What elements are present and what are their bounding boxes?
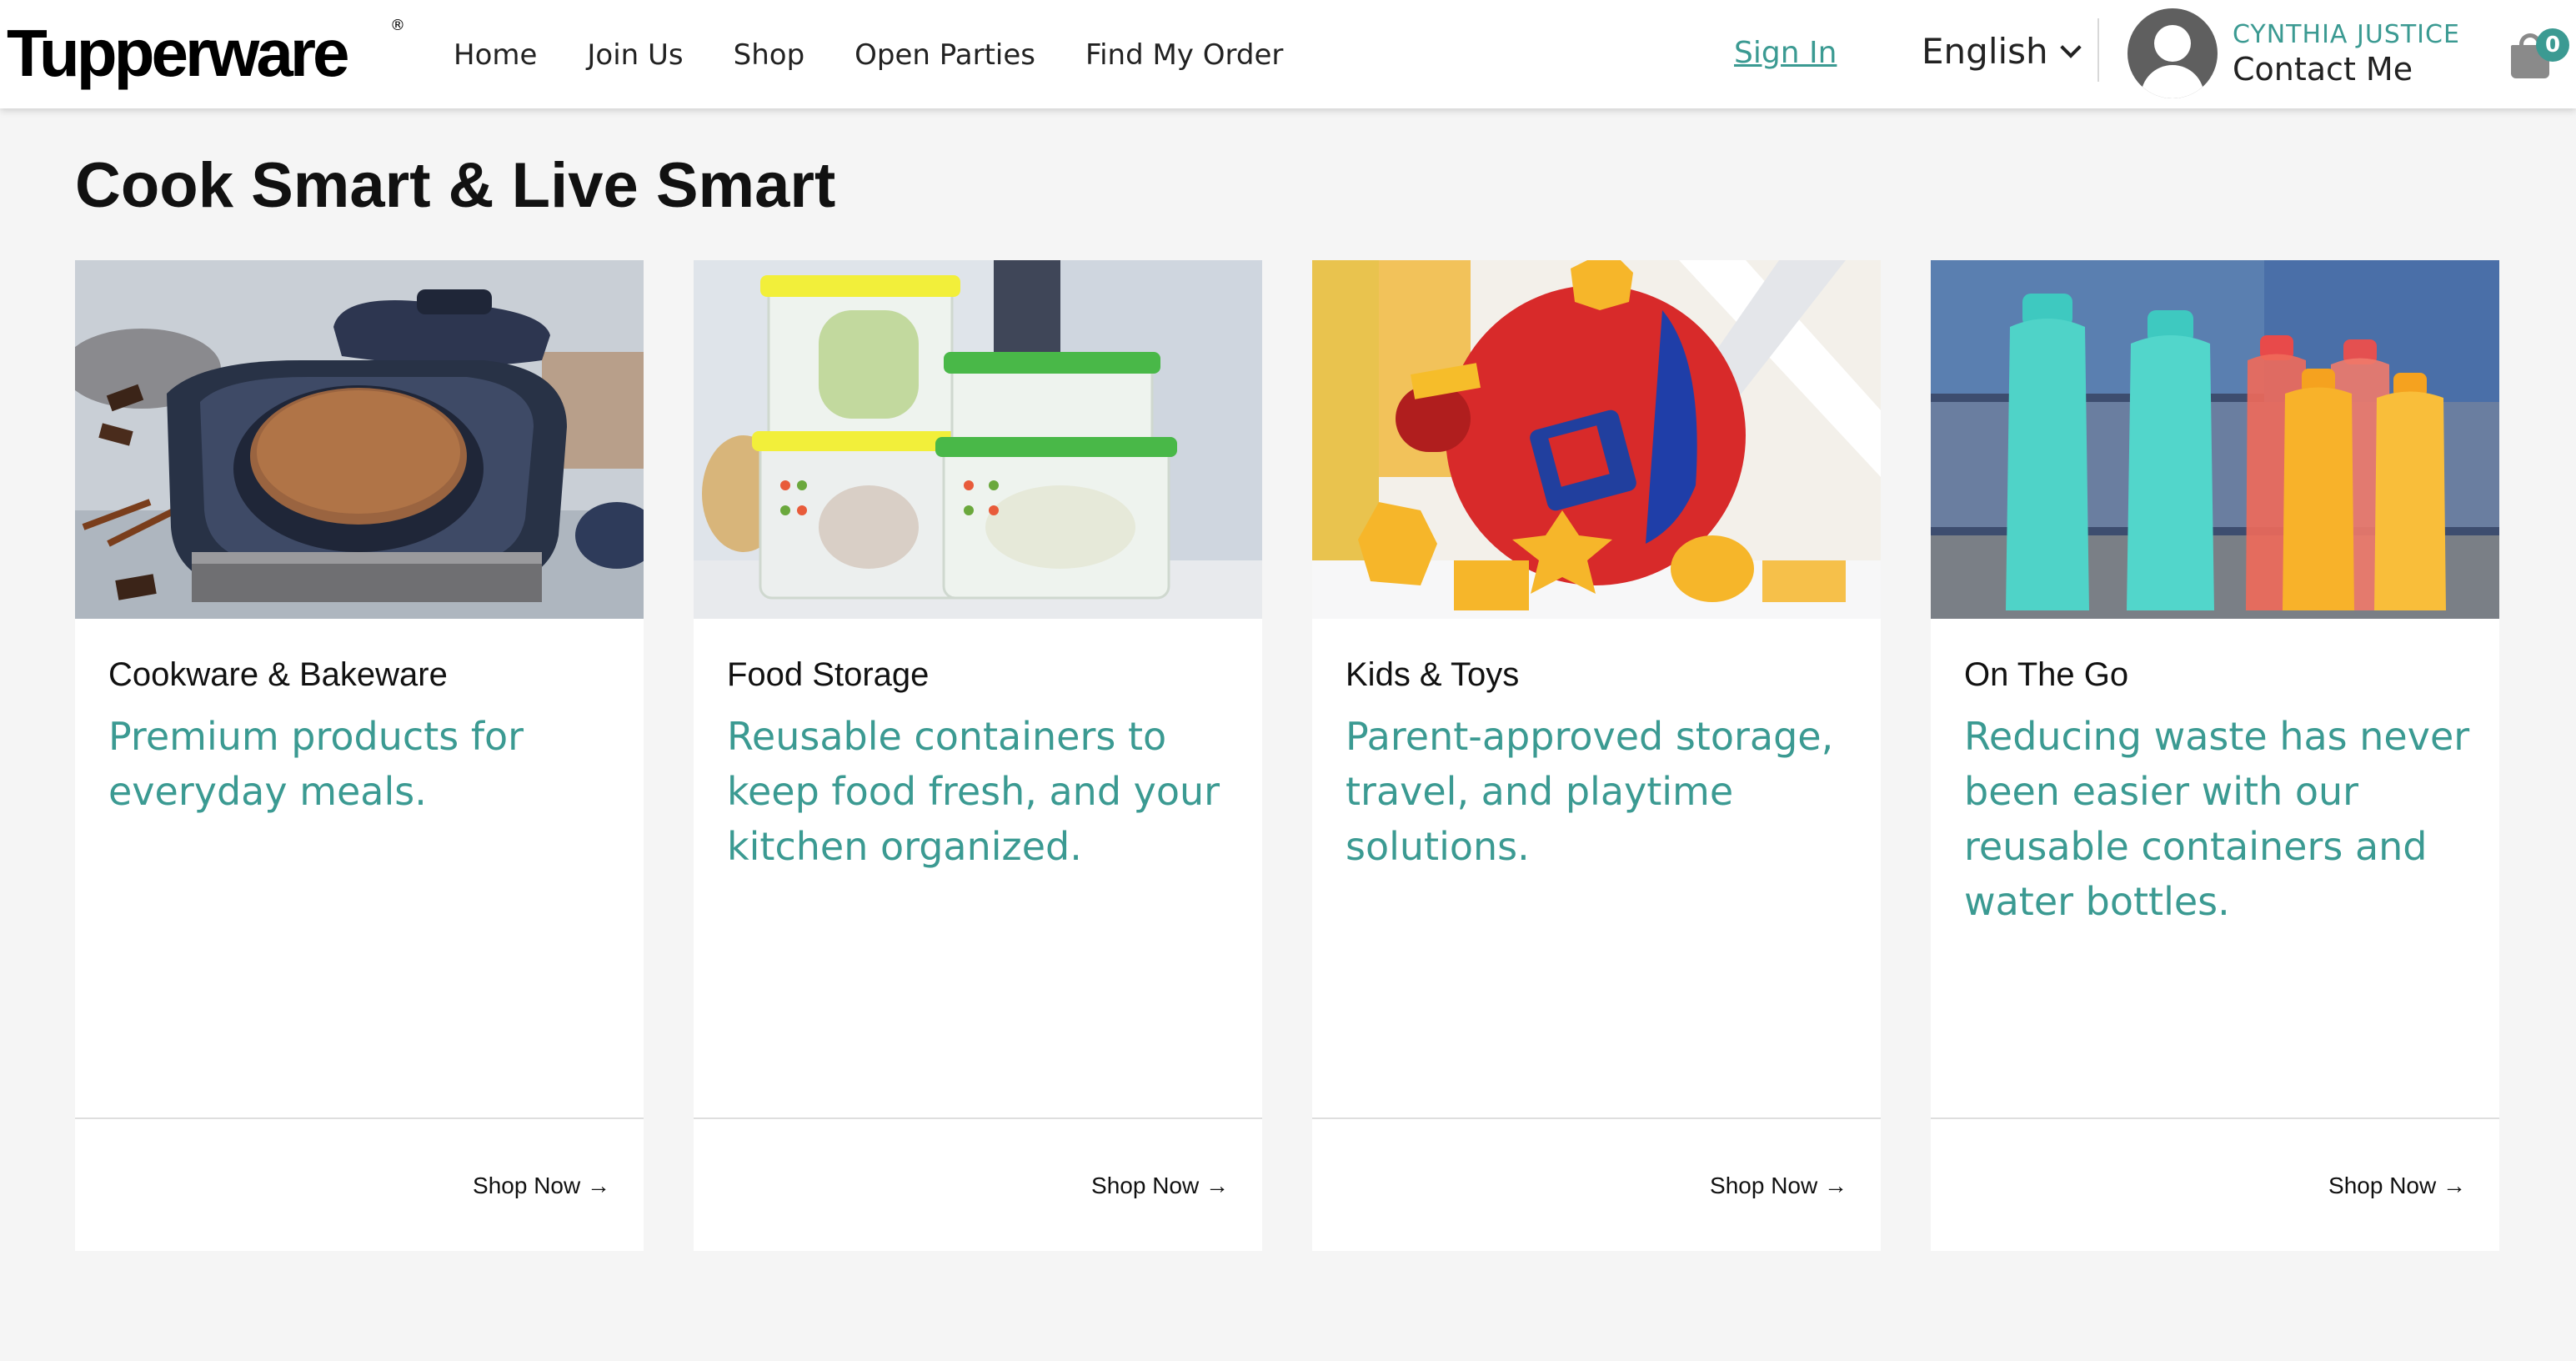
nav-find-my-order[interactable]: Find My Order: [1085, 30, 1283, 80]
language-selector[interactable]: English: [1922, 25, 2082, 78]
category-card-kids-toys[interactable]: Kids & Toys Parent-approved storage, tra…: [1312, 260, 1881, 1251]
sign-in-link[interactable]: Sign In: [1734, 28, 1837, 78]
tupperware-logo[interactable]: Tupperware: [7, 12, 349, 95]
card-divider: [1931, 1117, 2499, 1119]
nav-home[interactable]: Home: [454, 30, 537, 80]
avatar-head: [2154, 25, 2191, 62]
category-card-on-the-go[interactable]: On The Go Reducing waste has never been …: [1931, 260, 2499, 1251]
consultant-name: CYNTHIA JUSTICE: [2233, 20, 2460, 49]
main-nav: Home Join Us Shop Open Parties Find My O…: [454, 30, 1333, 80]
avatar-icon[interactable]: [2127, 8, 2218, 98]
card-divider: [1312, 1117, 1881, 1119]
shop-now-link[interactable]: Shop Now →: [1091, 1169, 1229, 1203]
cart-count-badge: 0: [2536, 28, 2569, 62]
card-description: Reducing waste has never been easier wit…: [1964, 714, 2470, 924]
cookware-photo[interactable]: [75, 260, 644, 619]
registered-mark: ®: [390, 17, 405, 34]
page-title: Cook Smart & Live Smart: [75, 150, 836, 221]
card-category: Food Storage: [727, 656, 930, 693]
category-card-cookware[interactable]: Cookware & Bakeware Premium products for…: [75, 260, 644, 1251]
nav-shop[interactable]: Shop: [734, 30, 805, 80]
card-description: Premium products for everyday meals.: [108, 714, 524, 814]
language-label: English: [1922, 31, 2048, 72]
site-header: Tupperware ® Home Join Us Shop Open Part…: [0, 0, 2576, 108]
card-category: Kids & Toys: [1346, 656, 1520, 693]
card-description: Reusable containers to keep food fresh, …: [727, 714, 1220, 869]
contact-me-link[interactable]: Contact Me: [2233, 50, 2413, 88]
cart-button[interactable]: 0: [2506, 28, 2576, 83]
nav-join-us[interactable]: Join Us: [587, 30, 683, 80]
category-card-food-storage[interactable]: Food Storage Reusable containers to keep…: [694, 260, 1262, 1251]
nav-open-parties[interactable]: Open Parties: [854, 30, 1035, 80]
card-category: On The Go: [1964, 656, 2129, 693]
card-description: Parent-approved storage, travel, and pla…: [1346, 714, 1834, 869]
food-storage-photo[interactable]: [694, 260, 1262, 619]
chevron-down-icon: [2059, 37, 2082, 58]
avatar-body: [2141, 65, 2204, 98]
header-divider: [2097, 18, 2099, 82]
shop-now-link[interactable]: Shop Now →: [2328, 1169, 2466, 1203]
card-divider: [75, 1117, 644, 1119]
card-divider: [694, 1117, 1262, 1119]
kids-toys-photo[interactable]: [1312, 260, 1881, 619]
water-bottles-photo[interactable]: [1931, 260, 2499, 619]
card-category: Cookware & Bakeware: [108, 656, 448, 693]
shop-now-link[interactable]: Shop Now →: [1710, 1169, 1847, 1203]
shop-now-link[interactable]: Shop Now →: [473, 1169, 610, 1203]
